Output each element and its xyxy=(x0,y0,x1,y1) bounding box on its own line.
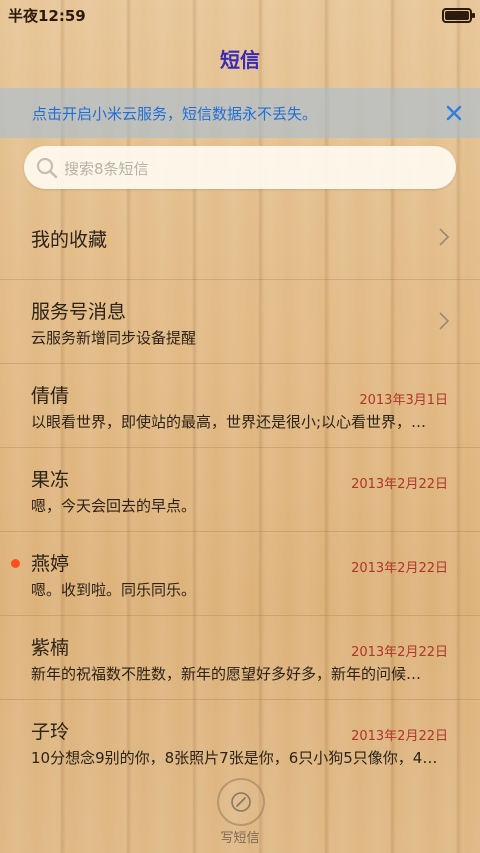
contact-name: 燕婷 xyxy=(31,553,70,575)
compose-button[interactable]: 写短信 xyxy=(210,778,270,848)
conversation-item[interactable]: 倩倩 2013年3月1日 以眼看世界，即使站的最高，世界还是很小;以心看世界，… xyxy=(0,364,480,448)
compose-label: 写短信 xyxy=(220,831,260,846)
favorites-title: 我的收藏 xyxy=(31,229,108,251)
message-preview: 以眼看世界，即使站的最高，世界还是很小;以心看世界，… xyxy=(31,413,427,431)
service-subtitle: 云服务新增同步设备提醒 xyxy=(31,329,197,347)
cloud-service-banner[interactable]: 点击开启小米云服务，短信数据永不丢失。 xyxy=(0,88,480,138)
conversation-item[interactable]: 果冻 2013年2月22日 嗯，今天会回去的早点。 xyxy=(0,448,480,532)
unread-dot xyxy=(11,559,20,568)
contact-name: 子玲 xyxy=(31,721,70,743)
service-title: 服务号消息 xyxy=(31,301,127,323)
message-date: 2013年2月22日 xyxy=(351,729,448,744)
search-input[interactable]: 搜索8条短信 xyxy=(24,146,456,189)
service-messages-item[interactable]: 服务号消息 云服务新增同步设备提醒 xyxy=(0,280,480,364)
compose-circle[interactable] xyxy=(217,778,265,826)
pencil-icon xyxy=(231,792,251,812)
page-title: 短信 xyxy=(220,48,260,72)
conversation-item[interactable]: 燕婷 2013年2月22日 嗯。收到啦。同乐同乐。 xyxy=(0,532,480,616)
chevron-right-icon xyxy=(438,227,450,247)
message-date: 2013年2月22日 xyxy=(351,645,448,660)
message-preview: 新年的祝福数不胜数，新年的愿望好多好多，新年的问候… xyxy=(31,665,422,683)
chevron-right-icon xyxy=(438,311,450,331)
search-placeholder: 搜索8条短信 xyxy=(64,160,149,178)
conversation-item[interactable]: 子玲 2013年2月22日 10分想念9别的你，8张照片7张是你，6只小狗5只像… xyxy=(0,700,480,783)
message-date: 2013年2月22日 xyxy=(351,561,448,576)
battery-icon xyxy=(442,8,475,23)
message-preview: 10分想念9别的你，8张照片7张是你，6只小狗5只像你，4… xyxy=(31,749,438,767)
message-date: 2013年3月1日 xyxy=(359,393,448,408)
conversation-item[interactable]: 紫楠 2013年2月22日 新年的祝福数不胜数，新年的愿望好多好多，新年的问候… xyxy=(0,616,480,700)
contact-name: 倩倩 xyxy=(31,385,70,407)
contact-name: 果冻 xyxy=(31,469,70,491)
search-icon xyxy=(36,157,58,179)
message-preview: 嗯。收到啦。同乐同乐。 xyxy=(31,581,197,599)
contact-name: 紫楠 xyxy=(31,637,70,659)
status-bar: 半夜12:59 xyxy=(0,0,480,28)
favorites-item[interactable]: 我的收藏 xyxy=(0,196,480,280)
status-time: 半夜12:59 xyxy=(8,7,86,25)
message-date: 2013年2月22日 xyxy=(351,477,448,492)
banner-text[interactable]: 点击开启小米云服务，短信数据永不丢失。 xyxy=(32,103,317,124)
close-icon[interactable] xyxy=(442,101,466,125)
message-preview: 嗯，今天会回去的早点。 xyxy=(31,497,197,515)
